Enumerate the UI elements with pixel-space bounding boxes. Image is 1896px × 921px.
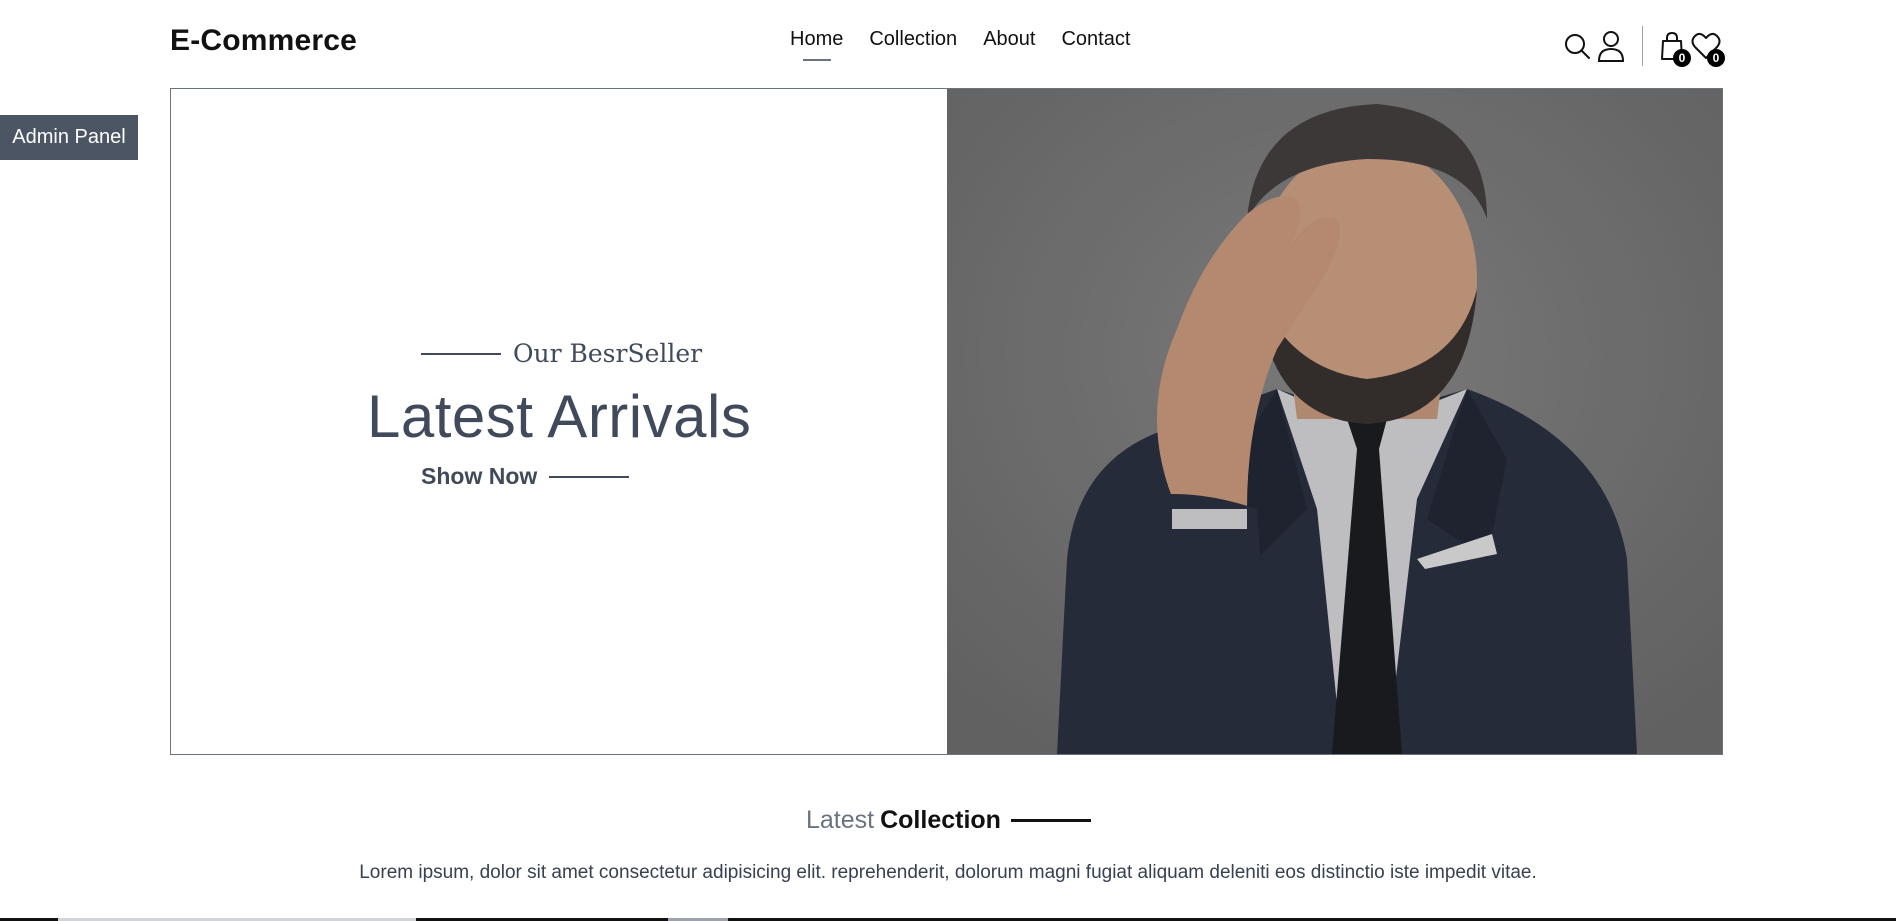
wishlist-button[interactable]: 0 xyxy=(1689,29,1725,67)
site-logo[interactable]: E-Commerce xyxy=(170,24,357,58)
header-icons: 0 0 xyxy=(1560,26,1725,67)
show-now-link[interactable]: Show Now xyxy=(421,463,767,490)
man-in-suit-photo xyxy=(947,89,1722,754)
main-nav: Home Collection About Contact xyxy=(790,28,1130,61)
nav-home[interactable]: Home xyxy=(790,28,843,61)
collection-word: Collection xyxy=(880,806,1001,834)
hero-text-panel: Our BesrSeller Latest Arrivals Show Now xyxy=(171,89,947,754)
nav-active-underline xyxy=(802,59,831,61)
icon-divider xyxy=(1642,26,1643,66)
heading-line xyxy=(1010,819,1091,822)
account-button[interactable] xyxy=(1594,29,1628,63)
nav-collection[interactable]: Collection xyxy=(869,28,957,61)
show-now-label: Show Now xyxy=(421,463,538,489)
nav-collection-label: Collection xyxy=(869,28,958,50)
nav-home-label: Home xyxy=(790,28,844,50)
hero-title: Latest Arrivals xyxy=(367,383,752,450)
decorative-line xyxy=(549,475,630,478)
hero-image xyxy=(947,89,1722,754)
latest-word: Latest xyxy=(806,806,875,834)
page: E-Commerce Home Collection About Contact xyxy=(0,0,1896,921)
hero-kicker: Our BesrSeller xyxy=(513,339,703,368)
nav-contact-label: Contact xyxy=(1061,28,1131,50)
nav-about-label: About xyxy=(983,28,1036,50)
nav-about[interactable]: About xyxy=(983,28,1035,61)
decorative-line xyxy=(421,352,501,355)
site-header: E-Commerce Home Collection About Contact xyxy=(170,0,1725,88)
hero-text: Our BesrSeller Latest Arrivals Show Now xyxy=(367,339,767,490)
cart-button[interactable]: 0 xyxy=(1655,29,1691,67)
admin-panel-button[interactable]: Admin Panel xyxy=(0,115,138,160)
search-icon xyxy=(1565,34,1590,59)
hero-banner: Our BesrSeller Latest Arrivals Show Now xyxy=(170,88,1723,755)
latest-collection-heading: Latest Collection xyxy=(806,806,1091,835)
latest-description: Lorem ipsum, dolor sit amet consectetur … xyxy=(359,862,1537,883)
user-icon xyxy=(1597,31,1625,62)
nav-contact[interactable]: Contact xyxy=(1061,28,1130,61)
wishlist-count-badge: 0 xyxy=(1707,49,1725,67)
search-button[interactable] xyxy=(1560,29,1594,63)
bestseller-row: Our BesrSeller xyxy=(421,339,767,368)
